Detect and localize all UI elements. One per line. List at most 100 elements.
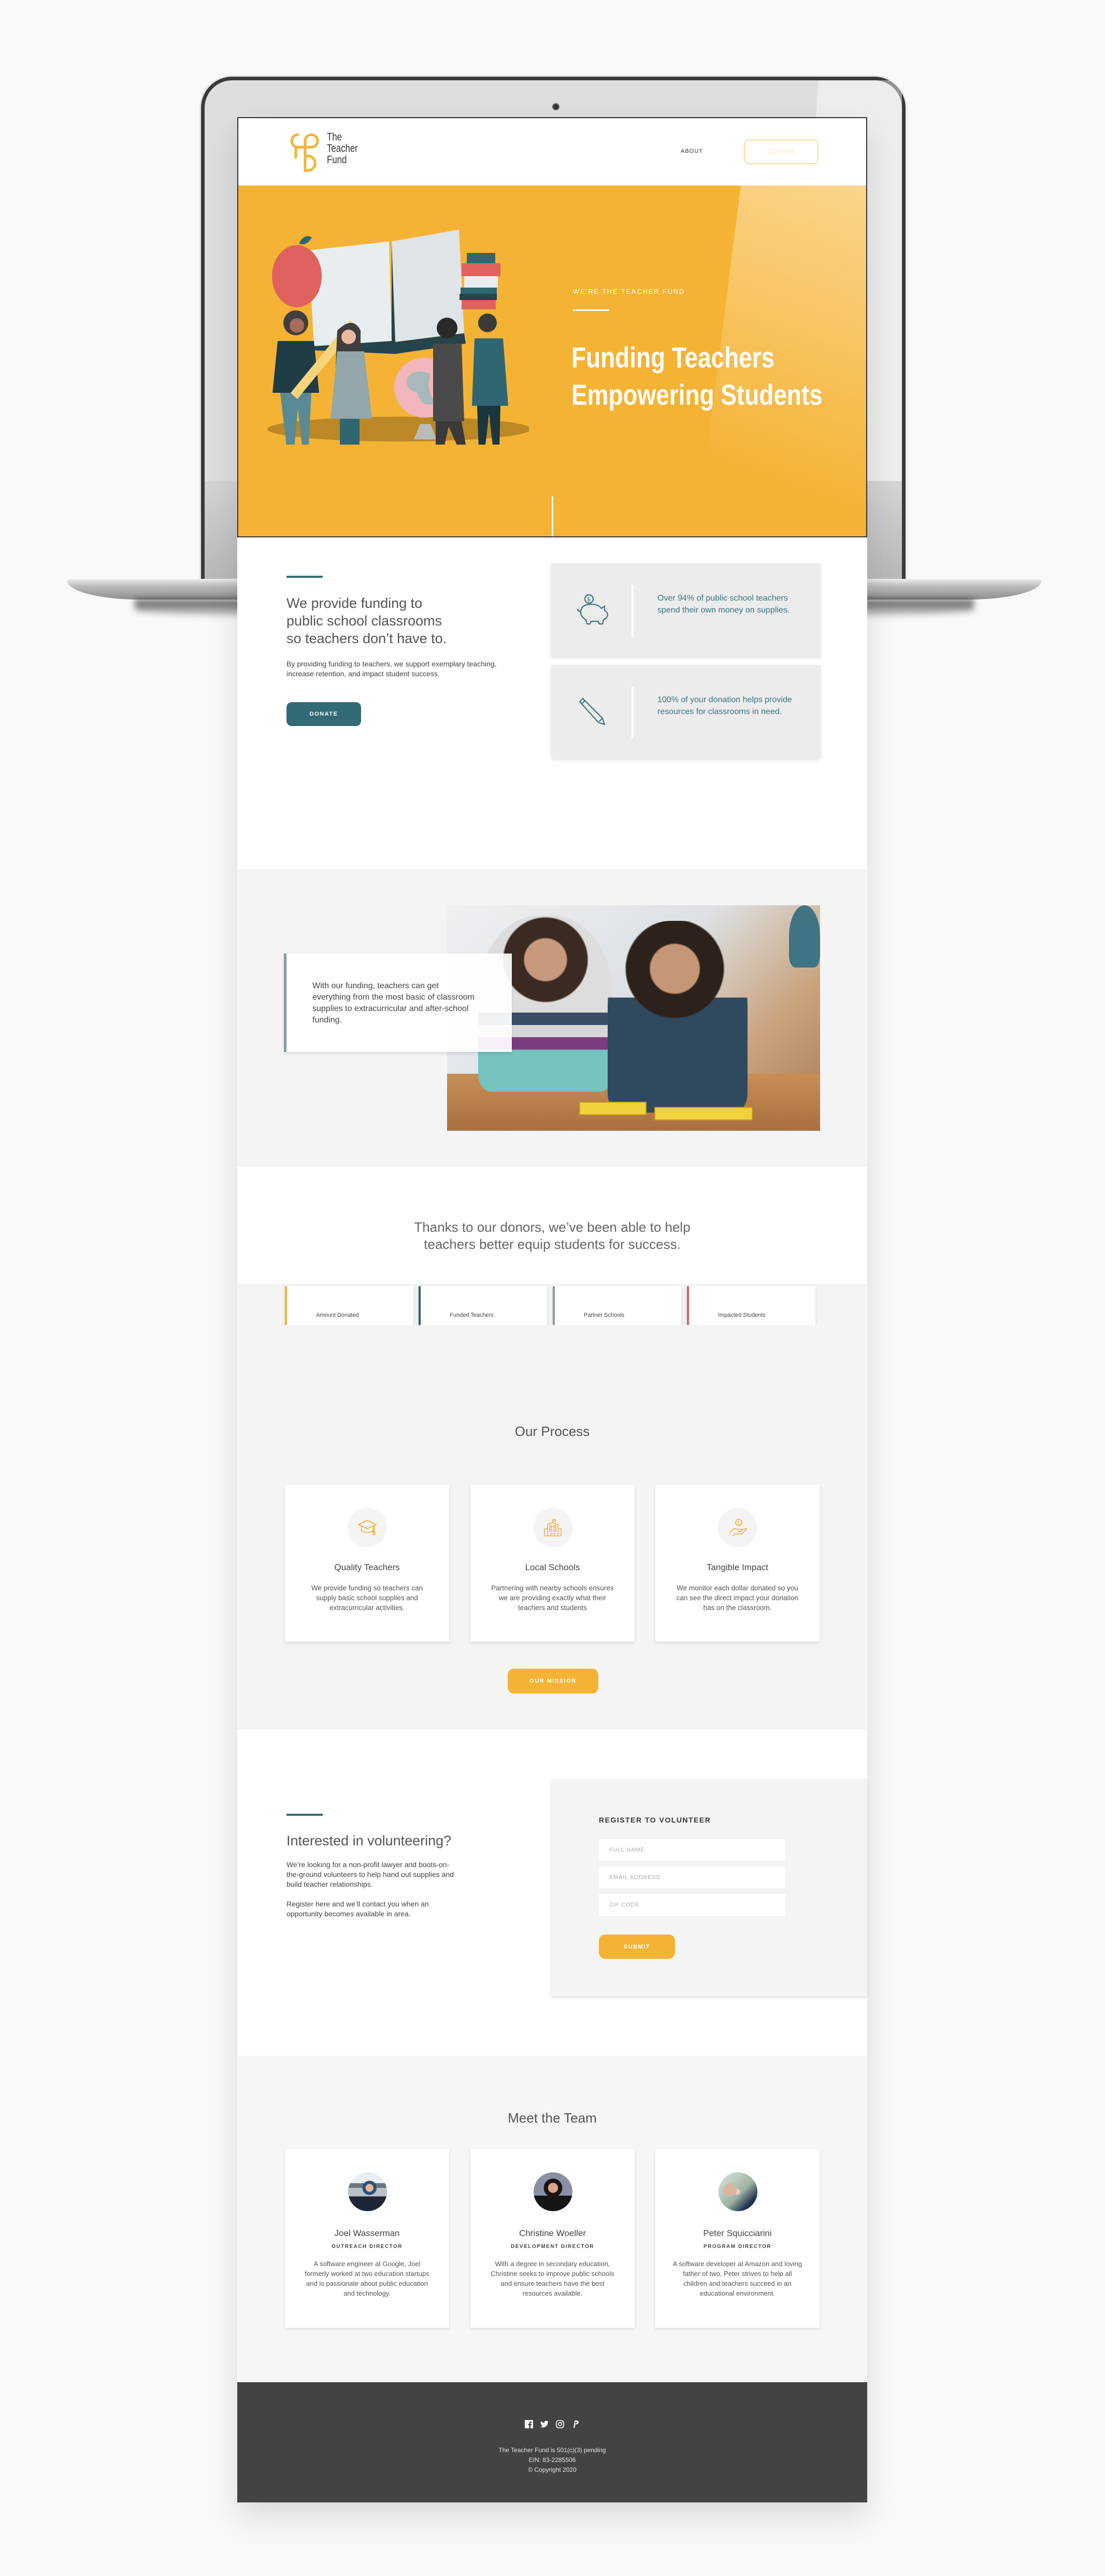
photo-child <box>608 921 748 1113</box>
our-mission-button[interactable]: OUR MISSION <box>508 1669 598 1693</box>
team-member-role: OUTREACH DIRECTOR <box>332 2244 403 2250</box>
stat-label: Impacted Students <box>718 1312 766 1318</box>
nonprofit-status: The Teacher Fund is 501(c)(3) pending <box>498 2446 606 2454</box>
paypal-icon[interactable] <box>571 2420 580 2429</box>
intro-body: By providing funding to teachers, we sup… <box>286 660 497 678</box>
form-title: REGISTER TO VOLUNTEER <box>599 1816 711 1824</box>
apple-icon <box>272 245 322 307</box>
instagram-icon[interactable] <box>556 2420 564 2429</box>
facebook-icon[interactable] <box>525 2420 533 2429</box>
hero-title-line: Empowering Students <box>571 378 823 411</box>
team-member-bio: A software engineer at Google, Joel form… <box>305 2260 429 2297</box>
team-section: Meet the Team Joel Wasserman OUTREACH DI… <box>237 2056 867 2382</box>
volunteer-body: Register here and we’ll contact you when… <box>286 1900 429 1918</box>
volunteer-form: REGISTER TO VOLUNTEER SUBMIT <box>551 1778 867 1996</box>
book-stack <box>467 253 495 263</box>
process-section: Our Process Quality Teachers We provide … <box>237 1325 867 1729</box>
svg-text:$: $ <box>737 1520 740 1526</box>
logo[interactable]: The Teacher Fund <box>286 132 366 173</box>
heading-line: We provide funding to <box>286 595 423 611</box>
heading-line: public school classrooms <box>286 613 442 629</box>
fact-divider <box>632 687 634 738</box>
ein-number: EIN: 83-2285506 <box>528 2456 576 2464</box>
person-3 <box>437 318 457 338</box>
avatar <box>348 2172 387 2211</box>
icon-circle <box>533 1508 572 1547</box>
copyright: © Copyright 2020 <box>528 2466 577 2473</box>
process-card-title: Tangible Impact <box>706 1562 769 1572</box>
process-card: Local Schools Partnering with nearby sch… <box>470 1485 635 1642</box>
social-links <box>237 2420 867 2429</box>
hero-eyebrow: WE’RE THE TEACHER FUND <box>573 288 685 295</box>
team-card: Joel Wasserman OUTREACH DIRECTOR A softw… <box>285 2149 449 2328</box>
hero-illustration <box>267 230 529 445</box>
team-card: Christine Woeller DEVELOPMENT DIRECTOR W… <box>470 2149 635 2328</box>
process-card-text: We provide funding so teachers can suppl… <box>311 1584 423 1612</box>
top-nav: The Teacher Fund ABOUT DONATE <box>237 117 867 186</box>
school-building-icon <box>543 1519 562 1536</box>
volunteer-heading: Interested in volunteering? <box>286 1833 452 1848</box>
quote-text: With our funding, teachers can get every… <box>312 981 475 1024</box>
photo-crayon-box <box>579 1102 647 1115</box>
section-accent-rule <box>286 1814 323 1816</box>
avatar <box>718 2172 757 2211</box>
stats-heading: Thanks to our donors, we’ve been able to… <box>237 1219 867 1253</box>
quote-card: With our funding, teachers can get every… <box>284 953 512 1052</box>
logo-line: Fund <box>327 154 347 166</box>
stat-label: Funded Teachers <box>450 1312 494 1318</box>
full-name-input[interactable] <box>599 1839 785 1861</box>
intro-heading: We provide funding to public school clas… <box>286 594 447 647</box>
person-4 <box>478 314 497 332</box>
team-member-name: Christine Woeller <box>519 2228 586 2238</box>
apple-leaf <box>299 236 312 245</box>
intro-donate-button[interactable]: DONATE <box>286 702 361 726</box>
stats-section: Thanks to our donors, we’ve been able to… <box>237 1167 867 1365</box>
section-accent-rule <box>286 576 323 578</box>
process-card-text: We monitor each dollar donated so you ca… <box>676 1584 799 1612</box>
fact-card: $ Over 94% of public school teachers spe… <box>551 563 821 657</box>
team-member-role: PROGRAM DIRECTOR <box>703 2244 772 2250</box>
process-card-text: Partnering with nearby schools ensures w… <box>491 1584 614 1612</box>
nav-donate-button[interactable]: DONATE <box>744 139 819 164</box>
stat-label: Partner Schools <box>584 1312 625 1318</box>
volunteer-section: Interested in volunteering? We’re lookin… <box>237 1729 867 2056</box>
website-page: The Teacher Fund ABOUT DONATE WE’RE THE … <box>237 117 867 2502</box>
process-card-title: Local Schools <box>525 1562 580 1572</box>
twitter-icon[interactable] <box>540 2420 549 2429</box>
team-member-name: Peter Squicciarini <box>703 2228 772 2238</box>
team-member-role: DEVELOPMENT DIRECTOR <box>511 2244 594 2250</box>
process-card: Quality Teachers We provide funding so t… <box>285 1485 449 1642</box>
zip-code-input[interactable] <box>599 1894 785 1916</box>
hero-title: Funding Teachers Empowering Students <box>571 339 823 414</box>
footer: The Teacher Fund is 501(c)(3) pending EI… <box>237 2382 867 2502</box>
heading-line: teachers better equip students for succe… <box>424 1236 681 1252</box>
pencil-icon <box>579 698 606 725</box>
nav-about-link[interactable]: ABOUT <box>681 148 703 154</box>
stat-label: Amount Donated <box>316 1312 359 1318</box>
photo-crayon-box <box>654 1107 753 1120</box>
icon-circle: $ <box>717 1508 757 1547</box>
graduation-cap-icon <box>357 1520 377 1535</box>
team-member-name: Joel Wasserman <box>334 2228 400 2238</box>
hero: WE’RE THE TEACHER FUND Funding Teachers … <box>237 186 867 537</box>
logo-text: The Teacher Fund <box>327 132 358 166</box>
logo-line: Teacher <box>327 143 358 154</box>
webcam <box>552 103 559 110</box>
submit-button[interactable]: SUBMIT <box>599 1934 675 1959</box>
piggy-bank-icon: $ <box>577 594 609 625</box>
hero-divider <box>573 309 609 311</box>
photo-wall-decoration <box>789 905 820 967</box>
volunteer-body: We’re looking for a non-profit lawyer an… <box>286 1860 454 1888</box>
team-member-bio: With a degree in secondary education, Ch… <box>491 2260 614 2297</box>
svg-text:$: $ <box>587 597 591 603</box>
logo-line: The <box>327 131 342 143</box>
fact-card: 100% of your donation helps provide reso… <box>551 665 821 758</box>
fact-text: 100% of your donation helps provide reso… <box>657 695 792 716</box>
scroll-indicator[interactable] <box>552 496 553 537</box>
heading-line: so teachers don’t have to. <box>286 631 447 646</box>
teacher-fund-logo-icon <box>290 133 319 173</box>
avatar <box>533 2172 572 2211</box>
process-card-title: Quality Teachers <box>334 1562 400 1572</box>
fact-divider <box>632 585 634 637</box>
email-input[interactable] <box>599 1867 785 1888</box>
